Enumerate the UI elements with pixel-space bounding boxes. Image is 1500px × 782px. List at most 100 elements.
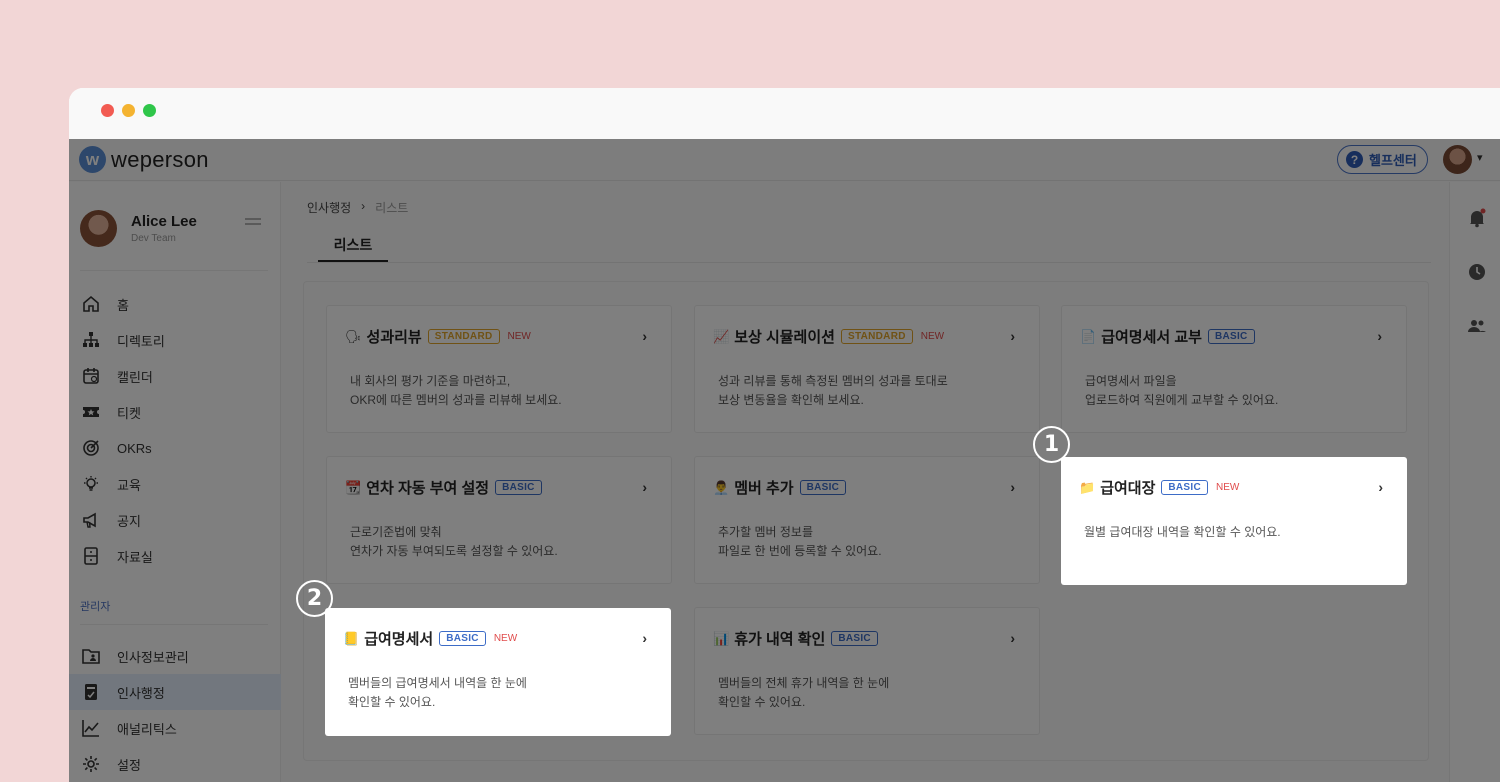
- sidebar-item-label: 캘린더: [117, 369, 153, 385]
- card-title: 멤버 추가: [734, 480, 794, 497]
- right-rail: [1449, 182, 1500, 782]
- chevron-right-icon: ›: [642, 479, 647, 495]
- card-title: 연차 자동 부여 설정: [366, 480, 490, 497]
- help-center-button[interactable]: ? 헬프센터: [1337, 145, 1428, 174]
- card-compensation-simulation[interactable]: 📈 보상 시뮬레이션 STANDARD NEW › 성과 리뷰를 통해 측정된 …: [694, 305, 1040, 433]
- sidebar-item-calendar[interactable]: 캘린더: [69, 358, 281, 394]
- bar-chart-icon: 📊: [713, 630, 730, 646]
- card-desc-line: 연차가 자동 부여되도록 설정할 수 있어요.: [350, 544, 558, 558]
- sidebar-item-ticket[interactable]: 티켓: [69, 394, 281, 430]
- lightbulb-icon: [81, 474, 101, 494]
- card-desc-line: 멤버들의 전체 휴가 내역을 한 눈에: [718, 676, 890, 690]
- chevron-right-icon: ›: [1010, 479, 1015, 495]
- minimize-window-button[interactable]: [122, 104, 135, 117]
- chart-up-icon: 📈: [713, 328, 730, 344]
- card-performance-review[interactable]: 🗣 성과리뷰 STANDARD NEW › 내 회사의 평가 기준을 마련하고,…: [326, 305, 672, 433]
- card-title: 급여명세서 교부: [1101, 329, 1202, 346]
- card-payslip-delivery[interactable]: 📄 급여명세서 교부 BASIC › 급여명세서 파일을 업로드하여 직원에게 교…: [1061, 305, 1407, 433]
- card-payslip[interactable]: 📒 급여명세서 BASIC NEW › 멤버들의 급여명세서 내역을 한 눈에 확…: [325, 608, 671, 736]
- org-chart-icon: [81, 330, 101, 350]
- profile-team: Dev Team: [131, 233, 176, 244]
- close-window-button[interactable]: [101, 104, 114, 117]
- card-title: 보상 시뮬레이션: [734, 329, 835, 346]
- tab-list[interactable]: 리스트: [318, 228, 388, 262]
- sidebar-item-hr-admin[interactable]: 인사행정: [69, 674, 281, 710]
- card-desc-line: 확인할 수 있어요.: [718, 695, 806, 709]
- sidebar-item-label: OKRs: [117, 440, 152, 456]
- card-desc-line: 월별 급여대장 내역을 확인할 수 있어요.: [1084, 525, 1281, 539]
- sidebar-item-analytics[interactable]: 애널리틱스: [69, 710, 281, 746]
- card-desc-line: 내 회사의 평가 기준을 마련하고,: [350, 374, 511, 388]
- card-desc-line: 급여명세서 파일을: [1085, 374, 1177, 388]
- calendar-emoji-icon: 📆: [345, 479, 362, 495]
- breadcrumb-separator: ›: [361, 199, 366, 213]
- ticket-icon: [81, 402, 101, 422]
- card-desc-line: 업로드하여 직원에게 교부할 수 있어요.: [1085, 393, 1279, 407]
- logo-text: weperson: [111, 146, 209, 172]
- people-icon[interactable]: [1467, 316, 1487, 336]
- admin-section-label: 관리자: [80, 601, 111, 613]
- profile[interactable]: Alice Lee Dev Team: [80, 210, 197, 247]
- profile-name: Alice Lee: [131, 213, 197, 230]
- new-badge: NEW: [507, 331, 531, 342]
- sidebar-item-notice[interactable]: 공지: [69, 502, 281, 538]
- card-desc-line: 확인할 수 있어요.: [348, 695, 436, 709]
- sidebar-item-okrs[interactable]: OKRs: [69, 430, 281, 466]
- question-icon: ?: [1346, 151, 1363, 168]
- callout-number-1: 1: [1033, 426, 1070, 463]
- sidebar: Alice Lee Dev Team 홈 디렉토리 캘린더 티켓 OKRs 교육…: [69, 182, 281, 782]
- ledger-icon: 📒: [343, 630, 360, 646]
- plan-badge: BASIC: [495, 480, 542, 495]
- plan-badge: BASIC: [799, 480, 847, 495]
- divider: [80, 270, 268, 271]
- card-auto-leave-setting[interactable]: 📆 연차 자동 부여 설정 BASIC › 근로기준법에 맞춰연차가 자동 부여…: [326, 456, 672, 584]
- plan-badge: BASIC: [1161, 480, 1209, 495]
- sidebar-item-label: 자료실: [117, 549, 153, 565]
- card-desc-line: 추가할 멤버 정보를: [718, 525, 813, 539]
- card-add-member[interactable]: 👨‍💼 멤버 추가 BASIC › 추가할 멤버 정보를 파일로 한 번에 등록할…: [694, 456, 1040, 584]
- card-payroll-ledger[interactable]: 📁 급여대장 BASIC NEW › 월별 급여대장 내역을 확인할 수 있어요…: [1061, 457, 1407, 585]
- sidebar-item-settings[interactable]: 설정: [69, 746, 281, 782]
- gear-icon: [81, 754, 101, 774]
- sidebar-item-directory[interactable]: 디렉토리: [69, 322, 281, 358]
- target-icon: [81, 438, 101, 458]
- breadcrumb-parent[interactable]: 인사행정: [307, 199, 351, 216]
- logo[interactable]: w weperson: [79, 146, 209, 173]
- sidebar-item-label: 티켓: [117, 405, 141, 421]
- sidebar-item-education[interactable]: 교육: [69, 466, 281, 502]
- new-badge: NEW: [1216, 482, 1240, 493]
- clock-icon[interactable]: [1467, 262, 1487, 282]
- maximize-window-button[interactable]: [143, 104, 156, 117]
- title-bar: [69, 88, 1500, 139]
- sidebar-item-hr-info[interactable]: 인사정보관리: [69, 638, 281, 674]
- top-header: w weperson ? 헬프센터 ▾: [69, 139, 1500, 181]
- chart-line-icon: [81, 718, 101, 738]
- folder-icon: 📁: [1079, 479, 1096, 495]
- chevron-down-icon[interactable]: ▾: [1477, 151, 1483, 164]
- callout-number-2: 2: [296, 580, 333, 617]
- chevron-right-icon: ›: [642, 630, 647, 646]
- sidebar-item-label: 인사행정: [117, 685, 165, 701]
- home-icon: [81, 294, 101, 314]
- sidebar-item-archive[interactable]: 자료실: [69, 538, 281, 574]
- admin-nav: 인사정보관리 인사행정 애널리틱스 설정: [69, 638, 281, 782]
- card-leave-history[interactable]: 📊 휴가 내역 확인 BASIC › 멤버들의 전체 휴가 내역을 한 눈에 확인…: [694, 607, 1040, 735]
- document-icon: [81, 682, 101, 702]
- divider: [80, 624, 268, 625]
- chevron-right-icon: ›: [642, 328, 647, 344]
- card-title: 성과리뷰: [366, 329, 422, 346]
- chevron-right-icon: ›: [1377, 328, 1382, 344]
- plan-badge: BASIC: [1207, 329, 1255, 344]
- bell-icon[interactable]: [1467, 208, 1487, 228]
- plan-badge: BASIC: [439, 631, 486, 646]
- menu-toggle-icon[interactable]: [245, 218, 261, 228]
- card-desc-line: 성과 리뷰를 통해 측정된 멤버의 성과를 토대로: [718, 374, 948, 388]
- sidebar-item-home[interactable]: 홈: [69, 286, 281, 322]
- logo-mark-icon: w: [79, 146, 106, 173]
- card-desc-line: 근로기준법에 맞춰: [350, 525, 442, 539]
- chevron-right-icon: ›: [1378, 479, 1383, 495]
- header-avatar[interactable]: [1443, 145, 1472, 174]
- card-desc-line: 멤버들의 급여명세서 내역을 한 눈에: [348, 676, 527, 690]
- archive-icon: [81, 546, 101, 566]
- chevron-right-icon: ›: [1010, 630, 1015, 646]
